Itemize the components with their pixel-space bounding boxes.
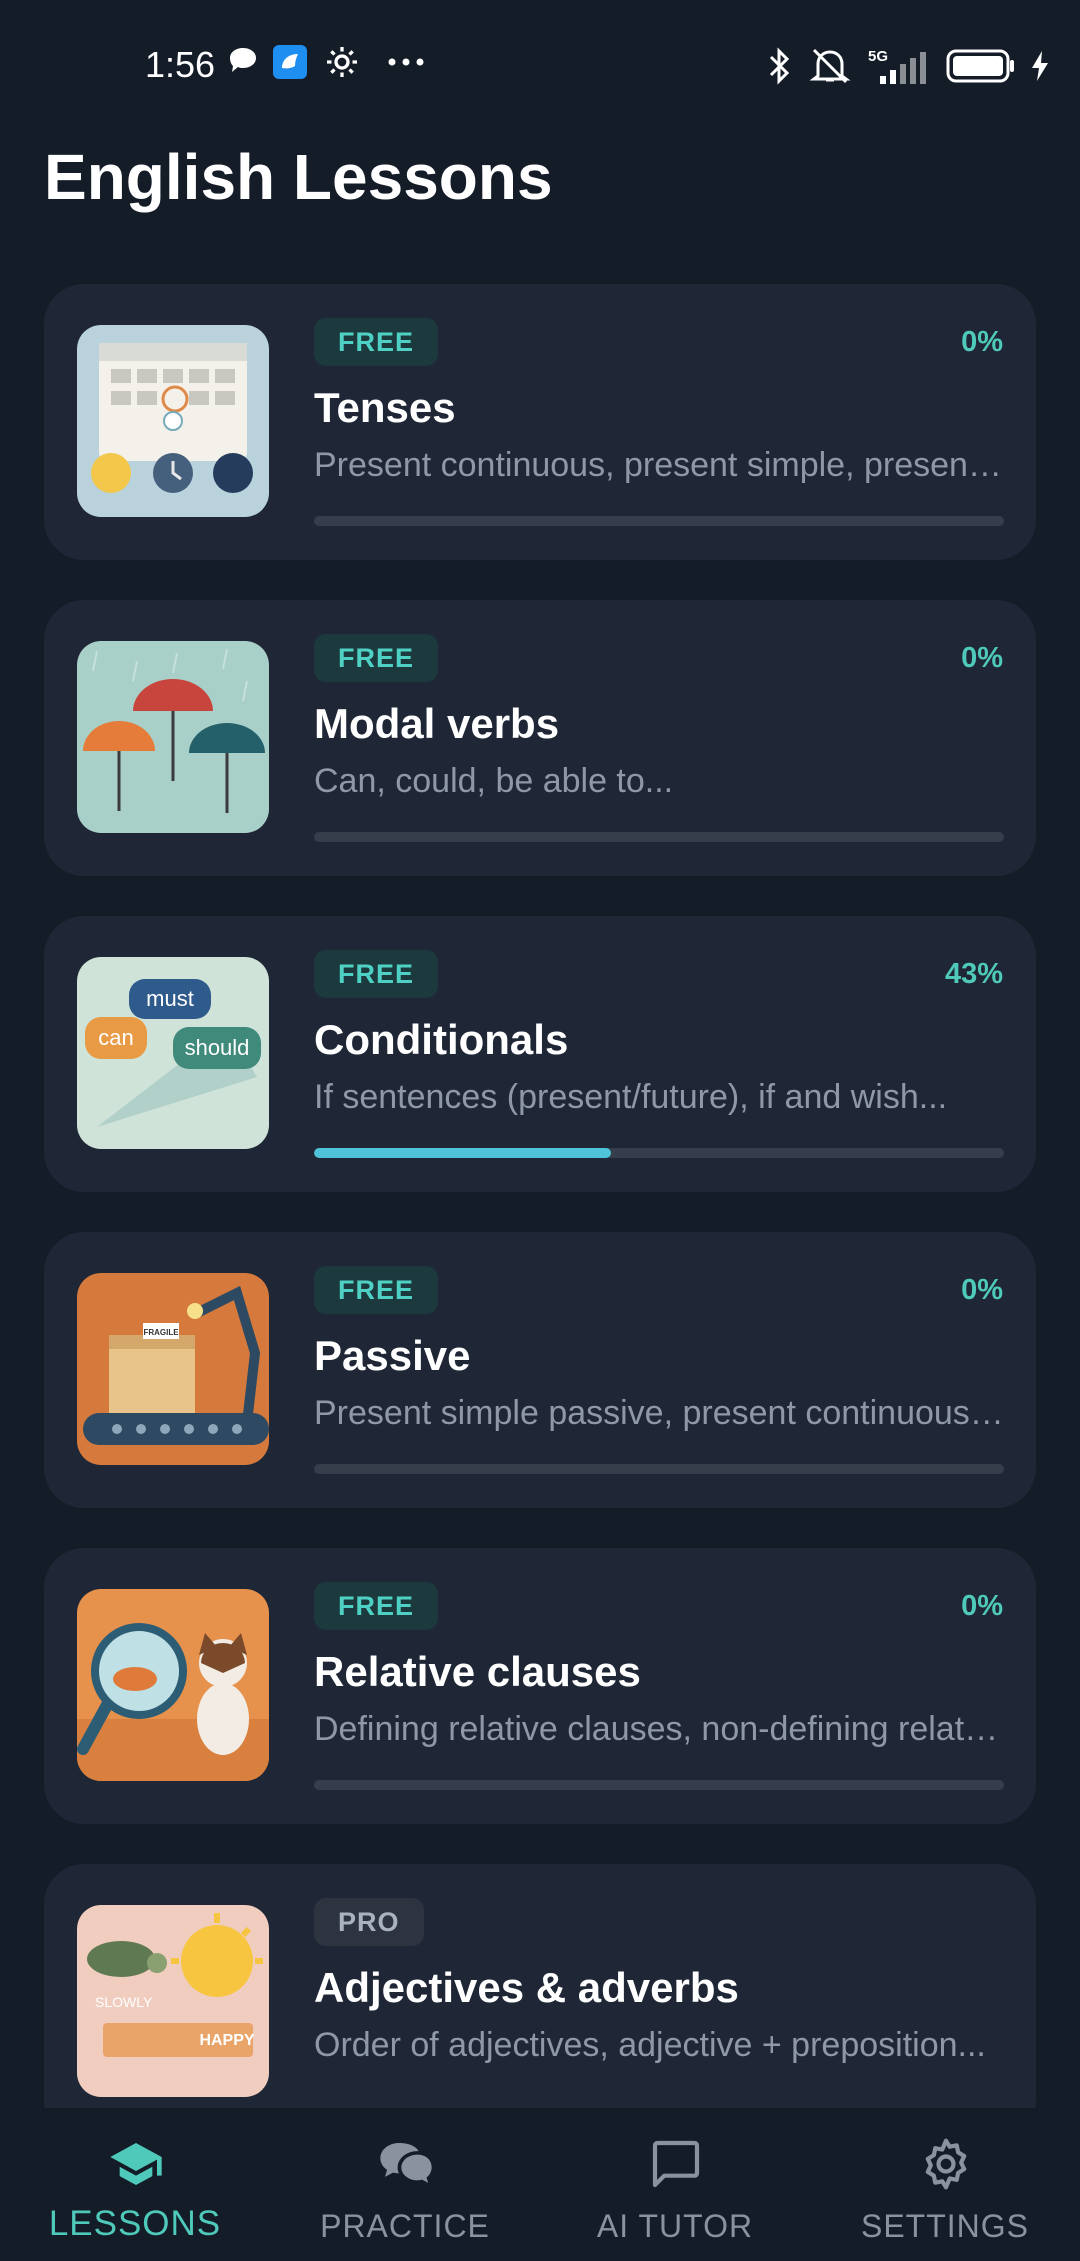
thumb-word-must: must bbox=[146, 986, 194, 1011]
signal-5g-icon: 5G bbox=[868, 48, 926, 84]
lesson-card-passive[interactable]: FRAGILE FREE 0% Passive Present simple p… bbox=[44, 1232, 1036, 1508]
thumb-word-should: should bbox=[185, 1035, 250, 1060]
status-right-icons: 5G bbox=[766, 44, 1050, 88]
mute-bell-icon bbox=[809, 48, 851, 84]
lesson-badge: FREE bbox=[314, 1266, 439, 1314]
lesson-badge: PRO bbox=[314, 1898, 424, 1946]
lesson-title: Modal verbs bbox=[314, 700, 560, 747]
lesson-description: Present simple passive, present continuo… bbox=[314, 1394, 1004, 1432]
lesson-description: Can, could, be able to... bbox=[314, 762, 674, 800]
lesson-list[interactable]: FREE 0% Tenses Present continuous, prese… bbox=[44, 284, 1036, 2108]
lesson-percent: 0% bbox=[961, 1590, 1003, 1622]
gear-icon bbox=[925, 2138, 967, 2190]
conveyor-box-image: FRAGILE bbox=[77, 1273, 269, 1465]
lesson-thumbnail bbox=[77, 1589, 269, 1781]
progress-bar bbox=[314, 516, 1004, 526]
lesson-thumbnail: must can should bbox=[77, 957, 269, 1149]
thumb-word-can: can bbox=[98, 1025, 133, 1050]
lesson-card-modal-verbs[interactable]: FREE 0% Modal verbs Can, could, be able … bbox=[44, 600, 1036, 876]
thumb-word-slowly: SLOWLY bbox=[95, 1994, 153, 2010]
chat-bubbles-icon bbox=[380, 2143, 432, 2183]
lesson-badge: FREE bbox=[314, 1582, 439, 1630]
nav-label: LESSONS bbox=[48, 2204, 222, 2243]
lesson-description: Present continuous, present simple, pres… bbox=[314, 446, 1004, 484]
status-time: 1:56 bbox=[145, 44, 216, 85]
lesson-description: If sentences (present/future), if and wi… bbox=[314, 1078, 948, 1116]
nav-practice[interactable]: PRACTICE bbox=[270, 2110, 540, 2261]
thumb-word-happy: HAPPY bbox=[199, 2032, 254, 2049]
nav-settings[interactable]: SETTINGS bbox=[810, 2110, 1080, 2261]
turtle-sun-image: SLOWLY HAPPY bbox=[77, 1905, 269, 2097]
progress-bar bbox=[314, 1780, 1004, 1790]
speech-bubbles-image: must can should bbox=[77, 957, 269, 1149]
nav-label: SETTINGS bbox=[860, 2208, 1029, 2244]
nav-label: AI TUTOR bbox=[596, 2208, 754, 2244]
more-dots-icon bbox=[386, 54, 426, 75]
app-notification-icon bbox=[272, 44, 308, 85]
lesson-percent: 0% bbox=[961, 326, 1003, 358]
umbrellas-image bbox=[77, 641, 269, 833]
lesson-thumbnail bbox=[77, 325, 269, 517]
lesson-description: Defining relative clauses, non-defining … bbox=[314, 1710, 1004, 1748]
lesson-percent: 0% bbox=[961, 642, 1003, 674]
lesson-title: Relative clauses bbox=[314, 1648, 641, 1695]
charging-bolt-icon bbox=[1032, 51, 1048, 81]
nav-label: PRACTICE bbox=[320, 2208, 490, 2244]
cat-magnifier-image bbox=[77, 1589, 269, 1781]
message-square-icon bbox=[652, 2140, 700, 2188]
battery-icon bbox=[946, 49, 1014, 83]
lesson-percent: 43% bbox=[944, 958, 1003, 990]
lesson-card-tenses[interactable]: FREE 0% Tenses Present continuous, prese… bbox=[44, 284, 1036, 560]
page-title: English Lessons bbox=[44, 141, 553, 213]
lesson-card-conditionals[interactable]: must can should FREE 43% Conditionals If… bbox=[44, 916, 1036, 1192]
lesson-thumbnail: SLOWLY HAPPY bbox=[77, 1905, 269, 2097]
calendar-clock-image bbox=[77, 325, 269, 517]
progress-fill bbox=[314, 1148, 611, 1158]
bluetooth-icon bbox=[769, 47, 790, 85]
progress-bar bbox=[314, 832, 1004, 842]
bottom-nav: LESSONS PRACTICE AI TUTOR SETTINGS bbox=[0, 2110, 1080, 2261]
lesson-card-adjectives-adverbs[interactable]: SLOWLY HAPPY PRO Adjectives & adverbs Or… bbox=[44, 1864, 1036, 2108]
nav-ai-tutor[interactable]: AI TUTOR bbox=[540, 2110, 810, 2261]
progress-bar bbox=[314, 1148, 1004, 1158]
lesson-thumbnail: FRAGILE bbox=[77, 1273, 269, 1465]
lesson-thumbnail bbox=[77, 641, 269, 833]
lesson-description: Order of adjectives, adjective + preposi… bbox=[314, 2026, 986, 2064]
lesson-badge: FREE bbox=[314, 950, 439, 998]
lesson-card-relative-clauses[interactable]: FREE 0% Relative clauses Defining relati… bbox=[44, 1548, 1036, 1824]
lesson-title: Passive bbox=[314, 1332, 471, 1379]
lesson-title: Conditionals bbox=[314, 1016, 569, 1063]
lesson-title: Tenses bbox=[314, 384, 456, 431]
lesson-title: Adjectives & adverbs bbox=[314, 1964, 739, 2011]
lesson-badge: FREE bbox=[314, 318, 439, 366]
status-bar: 1:56 5G bbox=[0, 0, 1080, 130]
lesson-percent: 0% bbox=[961, 1274, 1003, 1306]
lesson-badge: FREE bbox=[314, 634, 439, 682]
graduation-cap-icon bbox=[110, 2143, 162, 2185]
nav-lessons[interactable]: LESSONS bbox=[0, 2110, 270, 2261]
gear-icon bbox=[324, 44, 360, 85]
progress-bar bbox=[314, 1464, 1004, 1474]
thumb-word-fragile: FRAGILE bbox=[143, 1328, 179, 1337]
network-label: 5G bbox=[868, 48, 888, 65]
chat-bubble-icon bbox=[226, 44, 260, 83]
